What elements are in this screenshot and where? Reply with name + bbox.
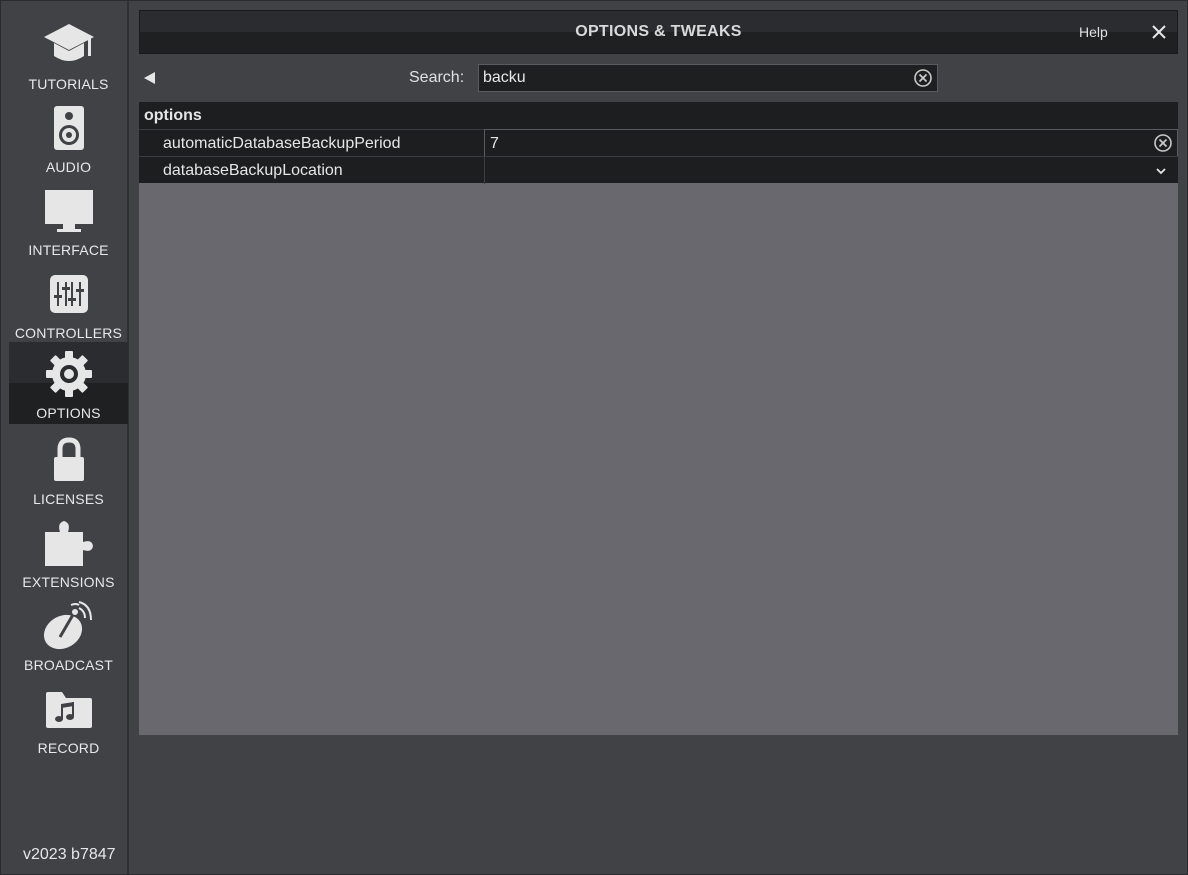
title-bar: OPTIONS & TWEAKS Help: [139, 10, 1178, 54]
option-name: automaticDatabaseBackupPeriod: [163, 135, 401, 152]
table-row[interactable]: automaticDatabaseBackupPeriod 7: [139, 129, 1178, 157]
clear-circle-icon: [914, 69, 932, 87]
sidebar-item-label: LICENSES: [33, 491, 104, 507]
sliders-icon: [9, 268, 128, 320]
search-label: Search:: [409, 69, 465, 86]
sidebar-item-audio[interactable]: AUDIO: [9, 96, 128, 178]
sidebar-item-label: RECORD: [37, 740, 100, 756]
gear-icon: [9, 348, 128, 400]
sidebar-item-label: CONTROLLERS: [14, 325, 123, 341]
sidebar-item-licenses[interactable]: LICENSES: [9, 428, 128, 510]
search-field[interactable]: [478, 64, 938, 92]
sidebar-item-extensions[interactable]: EXTENSIONS: [9, 511, 128, 593]
value-clear-button[interactable]: [1153, 133, 1173, 153]
close-button[interactable]: [1148, 21, 1170, 43]
monitor-icon: [9, 185, 128, 237]
back-button[interactable]: [143, 70, 157, 86]
sidebar-item-label: BROADCAST: [24, 657, 113, 673]
sidebar-item-interface[interactable]: INTERFACE: [9, 179, 128, 261]
satellite-dish-icon: [9, 600, 128, 652]
sidebar-item-record[interactable]: RECORD: [9, 677, 128, 759]
column-divider: [484, 157, 485, 184]
results-panel: options automaticDatabaseBackupPeriod 7 …: [139, 102, 1178, 735]
option-name: databaseBackupLocation: [163, 162, 343, 179]
close-icon: [1152, 25, 1166, 39]
sidebar-item-tutorials[interactable]: TUTORIALS: [9, 13, 128, 95]
window-title: OPTIONS & TWEAKS: [575, 23, 742, 40]
clear-circle-icon: [1154, 134, 1172, 152]
help-button[interactable]: Help: [1079, 24, 1108, 40]
sidebar-item-label: AUDIO: [45, 159, 92, 175]
speaker-icon: [9, 102, 128, 154]
sidebar-item-label: OPTIONS: [36, 405, 101, 421]
sidebar-item-label: EXTENSIONS: [22, 574, 115, 590]
search-clear-button[interactable]: [913, 68, 933, 88]
graduation-cap-icon: [9, 19, 128, 71]
dropdown-button[interactable]: [1153, 163, 1169, 179]
sidebar-item-options[interactable]: OPTIONS: [9, 342, 128, 424]
option-value[interactable]: 7: [490, 135, 499, 153]
music-folder-icon: [9, 683, 128, 735]
value-field[interactable]: [484, 129, 1178, 157]
chevron-down-icon: [1156, 168, 1166, 175]
search-input[interactable]: [483, 68, 903, 88]
lock-icon: [9, 434, 128, 486]
sidebar-item-label: TUTORIALS: [28, 76, 109, 92]
triangle-left-icon: [144, 72, 155, 84]
version-label: v2023 b7847: [23, 846, 116, 863]
puzzle-icon: [9, 517, 128, 569]
sidebar-item-controllers[interactable]: CONTROLLERS: [9, 262, 128, 344]
sidebar-item-label: INTERFACE: [28, 242, 109, 258]
section-header: options: [139, 102, 1178, 129]
sidebar-item-broadcast[interactable]: BROADCAST: [9, 594, 128, 676]
table-row[interactable]: databaseBackupLocation: [139, 156, 1178, 184]
